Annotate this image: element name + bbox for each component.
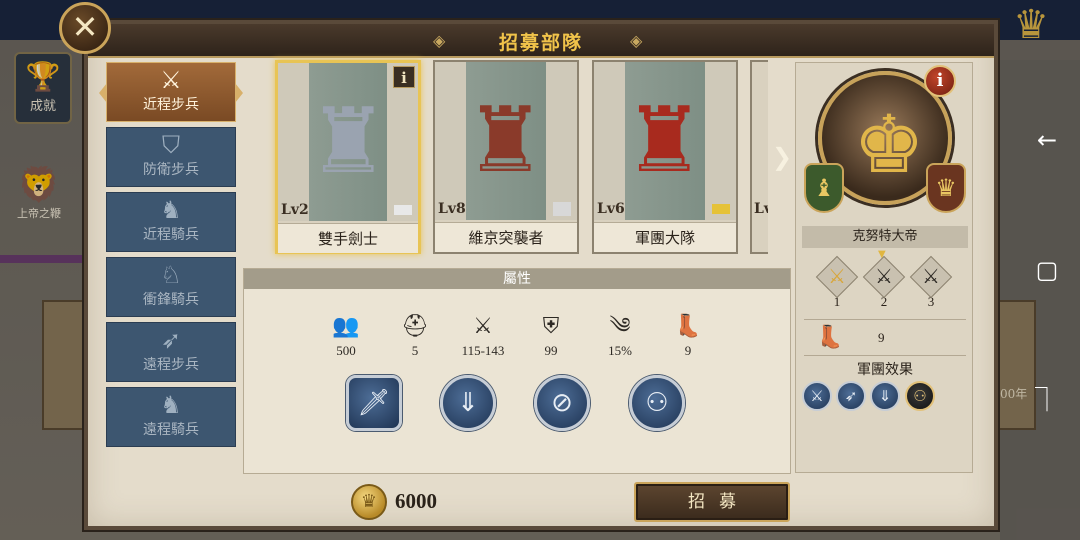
- sword-skill-icon[interactable]: 🗡: [346, 375, 402, 431]
- stat-value: 9: [684, 343, 692, 358]
- horse-head-icon: ♞: [160, 196, 182, 224]
- bow-icon: ➶: [160, 326, 182, 354]
- formation-slot-3[interactable]: ⚔ 3: [909, 255, 953, 310]
- attributes-header: 屬性: [244, 269, 790, 289]
- horse-archer-icon: ♞: [160, 391, 182, 419]
- unit-portrait: ♜: [594, 62, 736, 220]
- rank-badge-icon: [712, 204, 730, 214]
- rank-badge-icon: [394, 205, 412, 215]
- dialog-header: ◈ ◈ 招募部隊: [88, 24, 994, 58]
- stat-value: 15%: [608, 343, 632, 358]
- recruit-cost: 6000: [395, 489, 437, 513]
- close-button[interactable]: ✕: [59, 2, 111, 54]
- shield-break-skill-icon[interactable]: ⊘: [534, 375, 590, 431]
- tab-label: 遠程騎兵: [143, 422, 199, 438]
- unit-name: 雙手劍士: [278, 223, 418, 253]
- effect-3-icon[interactable]: ⇓: [870, 381, 900, 411]
- crowned-king-icon: ♚: [853, 98, 925, 191]
- tab-label: 近程步兵: [143, 97, 199, 113]
- crossed-swords-icon: ⚔: [160, 66, 182, 94]
- recents-nav-icon[interactable]: ▢: [1032, 255, 1062, 285]
- boot-icon: 👢: [674, 314, 702, 339]
- unit-name: 維京突襲者: [435, 222, 577, 252]
- unit-level: Lv2: [281, 202, 309, 218]
- stat-value: 500: [336, 343, 356, 358]
- arrow-down-skill-icon[interactable]: ⇓: [440, 375, 496, 431]
- wind-icon: ༄: [609, 314, 631, 339]
- unit-portrait: ♜: [435, 62, 577, 220]
- boot-icon: 👢: [816, 325, 844, 350]
- commander-speed-value: 9: [878, 330, 885, 345]
- stat-armor: ⛑ 5: [385, 313, 445, 359]
- tab-charge-cavalry[interactable]: ♘ 衝鋒騎兵: [106, 257, 236, 317]
- stat-value: 99: [544, 343, 558, 358]
- unit-level: Lv6: [597, 201, 625, 217]
- home-nav-icon[interactable]: ⏋: [1032, 385, 1062, 415]
- commander-info-button[interactable]: i: [924, 65, 956, 97]
- unit-level: Lv: [754, 201, 768, 217]
- crossed-swords-icon: ⚔: [922, 264, 940, 288]
- crown-badge-icon[interactable]: ♛: [926, 163, 966, 213]
- tab-label: 遠程步兵: [143, 357, 199, 373]
- dialog-title: 招募部隊: [498, 32, 583, 54]
- unit-card-partial[interactable]: Lv: [750, 60, 768, 254]
- stat-value: 115-143: [461, 343, 505, 358]
- back-nav-icon[interactable]: ←: [1032, 125, 1062, 155]
- formation-slot-1[interactable]: ⚔ 1: [815, 255, 859, 310]
- stat-evasion: ༄ 15%: [590, 313, 650, 359]
- recruit-button[interactable]: 招募: [634, 482, 790, 522]
- unit-card-viking-raider[interactable]: ♜ Lv8 維京突襲者: [433, 60, 579, 254]
- legionary-figure-icon: ♜: [624, 88, 705, 193]
- divider: [804, 319, 966, 320]
- chess-piece-badge-icon[interactable]: ♝: [804, 163, 844, 213]
- attributes-panel: 屬性 👥 500 ⛑ 5 ⚔ 115-143 ⛨ 99 ༄ 15% 👢 9 🗡 …: [243, 268, 791, 474]
- tab-label: 衝鋒騎兵: [143, 292, 199, 308]
- tab-ranged-infantry[interactable]: ➶ 遠程步兵: [106, 322, 236, 382]
- stat-troops: 👥 500: [316, 313, 376, 359]
- close-icon: ✕: [71, 8, 99, 46]
- effect-4-icon[interactable]: ⚇: [905, 381, 935, 411]
- attack-swords-icon: ⚔: [473, 314, 493, 339]
- knight-figure-icon: ♜: [308, 89, 389, 194]
- gold-coin-icon: ♛: [351, 484, 387, 520]
- unit-info-button[interactable]: i: [393, 66, 415, 88]
- stat-value: 5: [411, 343, 419, 358]
- effect-1-icon[interactable]: ⚔: [802, 381, 832, 411]
- charging-horse-icon: ♘: [160, 261, 182, 289]
- unit-level: Lv8: [438, 201, 466, 217]
- rank-badge-icon: [553, 202, 571, 216]
- formation-slot-2[interactable]: ⚔ 2: [862, 255, 906, 310]
- tab-melee-infantry[interactable]: ⚔ 近程步兵: [99, 62, 243, 122]
- effect-2-icon[interactable]: ➶: [836, 381, 866, 411]
- viking-figure-icon: ♜: [465, 88, 546, 193]
- crossed-swords-icon: ⚔: [875, 264, 893, 288]
- divider: [804, 355, 966, 356]
- unit-name: 軍團大隊: [594, 222, 736, 252]
- legion-effects-label: 軍團效果: [857, 362, 913, 378]
- unit-card-two-handed-swordsman[interactable]: ♜ i Lv2 雙手劍士: [275, 60, 421, 254]
- commander-panel: ♚ i ♝ ♛ 克努特大帝 ▼ ⚔ 1 ⚔ 2 ⚔ 3 👢 9 軍團效果 ⚔ ➶…: [795, 62, 973, 473]
- stat-attack: ⚔ 115-143: [453, 313, 513, 359]
- scroll-right-arrow-icon[interactable]: ❯: [772, 143, 792, 171]
- crossed-swords-icon: ⚔: [828, 264, 846, 288]
- commander-name: 克努特大帝: [802, 226, 968, 248]
- formation-skill-icon[interactable]: ⚇: [629, 375, 685, 431]
- tab-label: 近程騎兵: [143, 227, 199, 243]
- tab-label: 防衛步兵: [143, 162, 199, 178]
- tab-melee-cavalry[interactable]: ♞ 近程騎兵: [106, 192, 236, 252]
- unit-card-legion-cohort[interactable]: ♜ Lv6 軍團大隊: [592, 60, 738, 254]
- shield-icon: ⛉: [162, 131, 180, 159]
- stat-speed: 👢 9: [658, 313, 718, 359]
- troops-icon: 👥: [332, 314, 360, 339]
- stat-defense: ⛨ 99: [521, 313, 581, 359]
- tab-ranged-cavalry[interactable]: ♞ 遠程騎兵: [106, 387, 236, 447]
- tab-defensive-infantry[interactable]: ⛉ 防衛步兵: [106, 127, 236, 187]
- helmet-icon: ⛑: [401, 314, 429, 339]
- defense-shield-icon: ⛨: [542, 314, 560, 339]
